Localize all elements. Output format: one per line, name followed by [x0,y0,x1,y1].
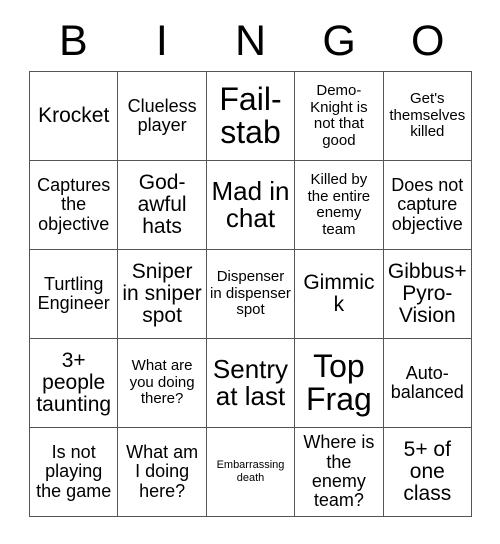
bingo-cell-label: Fail-stab [219,81,282,150]
bingo-cell[interactable]: Sniper in sniper spot [118,250,207,339]
bingo-cell-label: 3+ people taunting [36,348,112,417]
header-letter-b: B [58,17,88,65]
bingo-cell[interactable]: Clueless player [118,72,207,161]
bingo-cell-label: 5+ of one class [403,437,452,506]
bingo-cell[interactable]: Mad in chat [206,161,296,250]
header-letter-g: G [322,17,356,65]
bingo-cell-label: Auto-balanced [390,362,464,402]
bingo-cell-label: Demo-Knight is not that good [310,82,368,149]
bingo-cell[interactable]: Where is the enemy team? [295,428,384,517]
bingo-cell[interactable]: Gibbus+ Pyro-Vision [383,250,472,339]
bingo-cell[interactable]: Fail-stab [206,72,296,161]
bingo-cell[interactable]: 5+ of one class [383,428,472,517]
bingo-cell[interactable]: Embarrassing death [206,428,296,517]
bingo-cell[interactable]: Killed by the entire enemy team [295,161,384,250]
bingo-cell[interactable]: Dispenser in dispenser spot [206,250,296,339]
bingo-cell-label: Top Frag [305,348,372,417]
bingo-cell[interactable]: What am I doing here? [118,428,207,517]
bingo-cell-label: Killed by the entire enemy team [307,171,371,238]
bingo-cell-label: Clueless player [127,95,197,135]
bingo-cell[interactable]: Krocket [30,72,119,161]
bingo-cell-label: Krocket [38,103,110,127]
bingo-cell-label: Is not playing the game [36,441,112,501]
bingo-cell[interactable]: Turtling Engineer [30,250,119,339]
bingo-cell[interactable]: What are you doing there? [118,339,207,428]
bingo-cell-label: Embarrassing death [216,459,285,484]
bingo-cell-label: Does not capture objective [391,174,464,234]
bingo-cell-label: Turtling Engineer [37,273,110,313]
bingo-cell-label: Gibbus+ Pyro-Vision [387,259,467,328]
bingo-cell-label: Captures the objective [37,174,111,234]
bingo-cell-label: What am I doing here? [126,441,199,501]
bingo-cell[interactable]: Demo-Knight is not that good [295,72,384,161]
bingo-card: B I N G O Krocket Clueless player Fail-s… [0,0,500,544]
bingo-cell-label: Dispenser in dispenser spot [210,268,291,319]
header-letter-n: N [234,17,267,65]
bingo-cell[interactable]: 3+ people taunting [30,339,119,428]
bingo-cell-label: Sniper in sniper spot [122,259,202,328]
bingo-cell[interactable]: Top Frag [295,339,384,428]
bingo-cell-label: Mad in chat [211,175,290,233]
bingo-cell[interactable]: Gimmick [295,250,384,339]
header-letter-o: O [410,17,445,65]
header-letter-i: I [155,17,168,65]
bingo-cell-label: God-awful hats [137,170,187,239]
bingo-cell-label: Sentry at last [212,353,289,411]
bingo-cell-label: What are you doing there? [129,357,195,408]
bingo-cell[interactable]: Auto-balanced [383,339,472,428]
bingo-cell[interactable]: God-awful hats [118,161,207,250]
bingo-header: B I N G O [29,12,472,71]
bingo-cell-label: Where is the enemy team? [303,432,375,511]
bingo-cell[interactable]: Does not capture objective [383,161,472,250]
bingo-cell[interactable]: Get's themselves killed [383,72,472,161]
bingo-cell[interactable]: Sentry at last [206,339,296,428]
bingo-cell-label: Get's themselves killed [389,90,466,141]
bingo-grid: Krocket Clueless player Fail-stab Demo-K… [29,71,472,517]
bingo-cell[interactable]: Captures the objective [30,161,119,250]
bingo-cell[interactable]: Is not playing the game [30,428,119,517]
bingo-cell-label: Gimmick [303,270,375,316]
